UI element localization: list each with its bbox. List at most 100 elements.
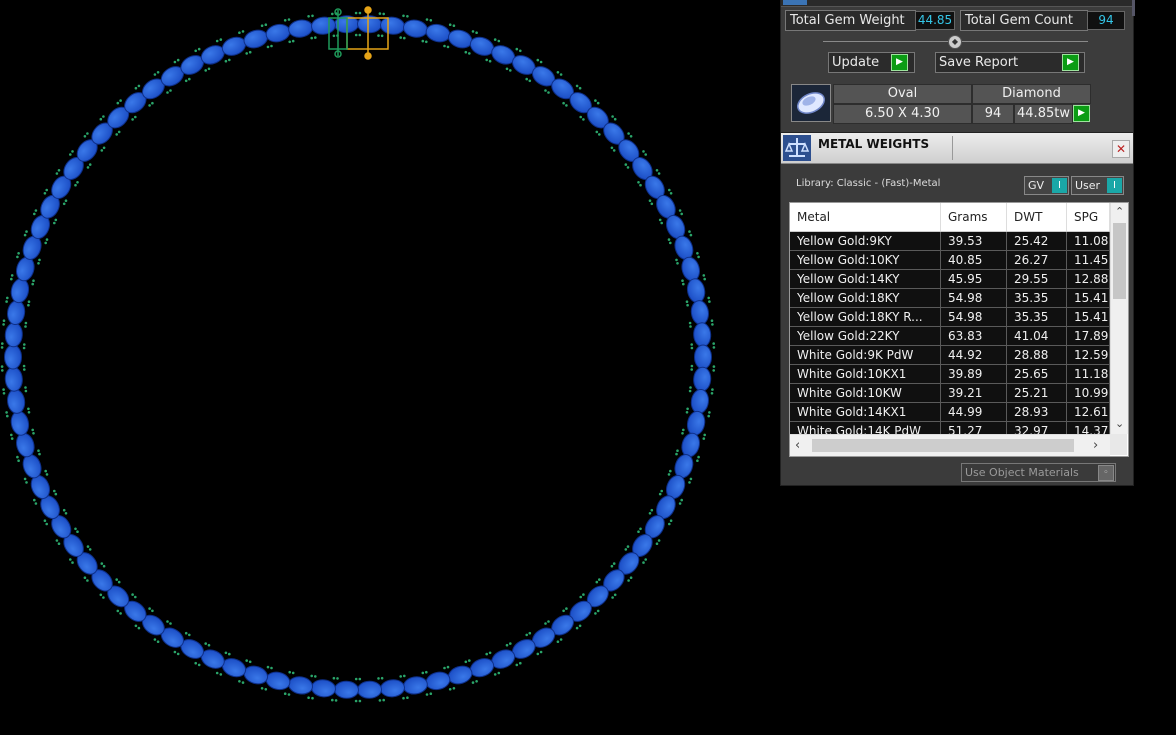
prong <box>406 696 409 699</box>
table-row[interactable]: Yellow Gold:10KY 40.85 26.27 11.45 <box>790 251 1110 270</box>
column-header-dwt[interactable]: DWT <box>1007 203 1067 231</box>
table-row[interactable]: White Gold:14KX1 44.99 28.93 12.61 <box>790 403 1110 422</box>
column-header-spg[interactable]: SPG <box>1067 203 1110 231</box>
use-object-materials-toggle[interactable]: Use Object Materials ◦ <box>961 463 1116 482</box>
panel-tab[interactable] <box>783 0 807 5</box>
table-row[interactable]: Yellow Gold:14KY 45.95 29.55 12.88 <box>790 270 1110 289</box>
gem-stone[interactable] <box>446 27 474 50</box>
gem-stone[interactable] <box>380 679 406 698</box>
prong <box>612 562 616 565</box>
gem-stone[interactable] <box>264 670 291 692</box>
prong <box>468 659 471 662</box>
gem-stone[interactable] <box>694 344 712 370</box>
gem-stone[interactable] <box>446 663 474 686</box>
vertical-scrollbar[interactable]: ⌃ ⌄ <box>1110 203 1128 434</box>
prong <box>34 502 38 505</box>
gem-stone[interactable] <box>690 388 710 414</box>
gem-stone[interactable] <box>287 675 314 696</box>
prong <box>184 79 188 83</box>
prong <box>612 149 616 152</box>
gem-stone[interactable] <box>402 18 428 39</box>
update-play-icon[interactable]: ▶ <box>891 54 908 71</box>
prong <box>402 14 405 18</box>
column-header-metal[interactable]: Metal <box>790 203 941 231</box>
prong <box>689 386 692 389</box>
column-header-grams[interactable]: Grams <box>941 203 1007 231</box>
gem-stone[interactable] <box>693 366 712 392</box>
gem-stone[interactable] <box>402 675 428 696</box>
3d-viewport[interactable] <box>0 0 770 735</box>
scroll-left-icon[interactable]: ‹ <box>795 438 800 453</box>
prong <box>264 23 268 27</box>
metal-weights-table[interactable]: Metal Grams DWT SPG Yellow Gold:9KY 39.53… <box>789 202 1129 457</box>
gem-row-play-icon[interactable]: ▶ <box>1073 105 1090 122</box>
gem-stone[interactable] <box>693 322 712 348</box>
table-row[interactable]: Yellow Gold:22KY 63.83 41.04 17.89 <box>790 327 1110 346</box>
table-row[interactable]: Yellow Gold:18KY R... 54.98 35.35 15.41 <box>790 308 1110 327</box>
prong <box>88 163 92 166</box>
table-row[interactable]: White Gold:9K PdW 44.92 28.88 12.59 <box>790 346 1110 365</box>
gem-stone[interactable] <box>334 680 359 699</box>
table-row[interactable]: White Gold:14K PdW 51.27 32.97 14.37 <box>790 422 1110 434</box>
gem-stone[interactable] <box>311 679 337 698</box>
prong <box>10 437 14 440</box>
gem-stone[interactable] <box>380 16 406 35</box>
gem-size-cell[interactable]: 6.50 X 4.30 <box>833 104 972 124</box>
scroll-up-icon[interactable]: ⌃ <box>1115 205 1124 218</box>
gem-stone[interactable] <box>690 300 710 326</box>
user-toggle[interactable]: User I <box>1071 176 1124 195</box>
close-icon[interactable]: ✕ <box>1112 140 1130 158</box>
save-report-play-icon[interactable]: ▶ <box>1062 54 1079 71</box>
prong <box>116 101 120 105</box>
total-gem-weight-value: 44.85 <box>915 11 955 30</box>
gem-stone[interactable] <box>685 277 706 304</box>
scroll-down-icon[interactable]: ⌄ <box>1115 417 1124 430</box>
gem-stone[interactable] <box>311 16 337 35</box>
prong <box>153 638 157 641</box>
prong <box>88 548 92 551</box>
scroll-right-icon[interactable]: › <box>1093 438 1098 453</box>
table-row[interactable]: White Gold:10KX1 39.89 25.65 11.18 <box>790 365 1110 384</box>
prong <box>708 300 711 303</box>
gem-stone[interactable] <box>424 22 451 44</box>
table-row[interactable]: White Gold:10KW 39.21 25.21 10.99 <box>790 384 1110 403</box>
gem-stone[interactable] <box>9 277 30 304</box>
gem-stone[interactable] <box>242 27 270 50</box>
gem-stone[interactable] <box>6 300 26 326</box>
gem-material-cell[interactable]: Diamond <box>972 84 1091 104</box>
prong <box>358 33 362 37</box>
horizontal-scrollbar[interactable]: ‹ › <box>790 434 1110 456</box>
table-row[interactable]: Yellow Gold:18KY 54.98 35.35 15.41 <box>790 289 1110 308</box>
gem-stone[interactable] <box>242 663 270 686</box>
gem-stone[interactable] <box>287 18 314 39</box>
oval-gem-icon[interactable] <box>791 84 831 122</box>
gem-stone[interactable] <box>424 670 451 692</box>
cell-spg: 11.18 <box>1067 365 1110 384</box>
table-row[interactable]: Yellow Gold:9KY 39.53 25.42 11.08 <box>790 232 1110 251</box>
prong <box>358 677 362 681</box>
gem-stone[interactable] <box>357 680 382 699</box>
necklace-model[interactable] <box>0 0 770 735</box>
gem-stone[interactable] <box>4 344 22 370</box>
prong <box>377 34 380 37</box>
gem-stone[interactable] <box>685 410 706 437</box>
horizontal-scroll-thumb[interactable] <box>812 439 1074 452</box>
cell-spg: 12.61 <box>1067 403 1110 422</box>
gem-shape-cell[interactable]: Oval <box>833 84 972 104</box>
slider-handle[interactable]: ◆ <box>948 35 962 49</box>
prong <box>562 609 565 613</box>
selected-gem-highlight[interactable] <box>328 6 389 60</box>
prong <box>556 640 560 643</box>
library-label: Library: Classic - (Fast)-Metal <box>796 178 941 189</box>
prong <box>204 642 207 645</box>
prong <box>702 437 706 440</box>
gem-stone[interactable] <box>4 366 24 392</box>
gem-stone[interactable] <box>264 22 291 44</box>
gv-toggle[interactable]: GV I <box>1024 176 1069 195</box>
gem-stone[interactable] <box>6 388 26 414</box>
prong <box>148 104 151 107</box>
gem-stone[interactable] <box>4 322 24 348</box>
vertical-scroll-thumb[interactable] <box>1113 223 1126 299</box>
gem-stone[interactable] <box>9 410 30 437</box>
prong <box>544 622 547 625</box>
